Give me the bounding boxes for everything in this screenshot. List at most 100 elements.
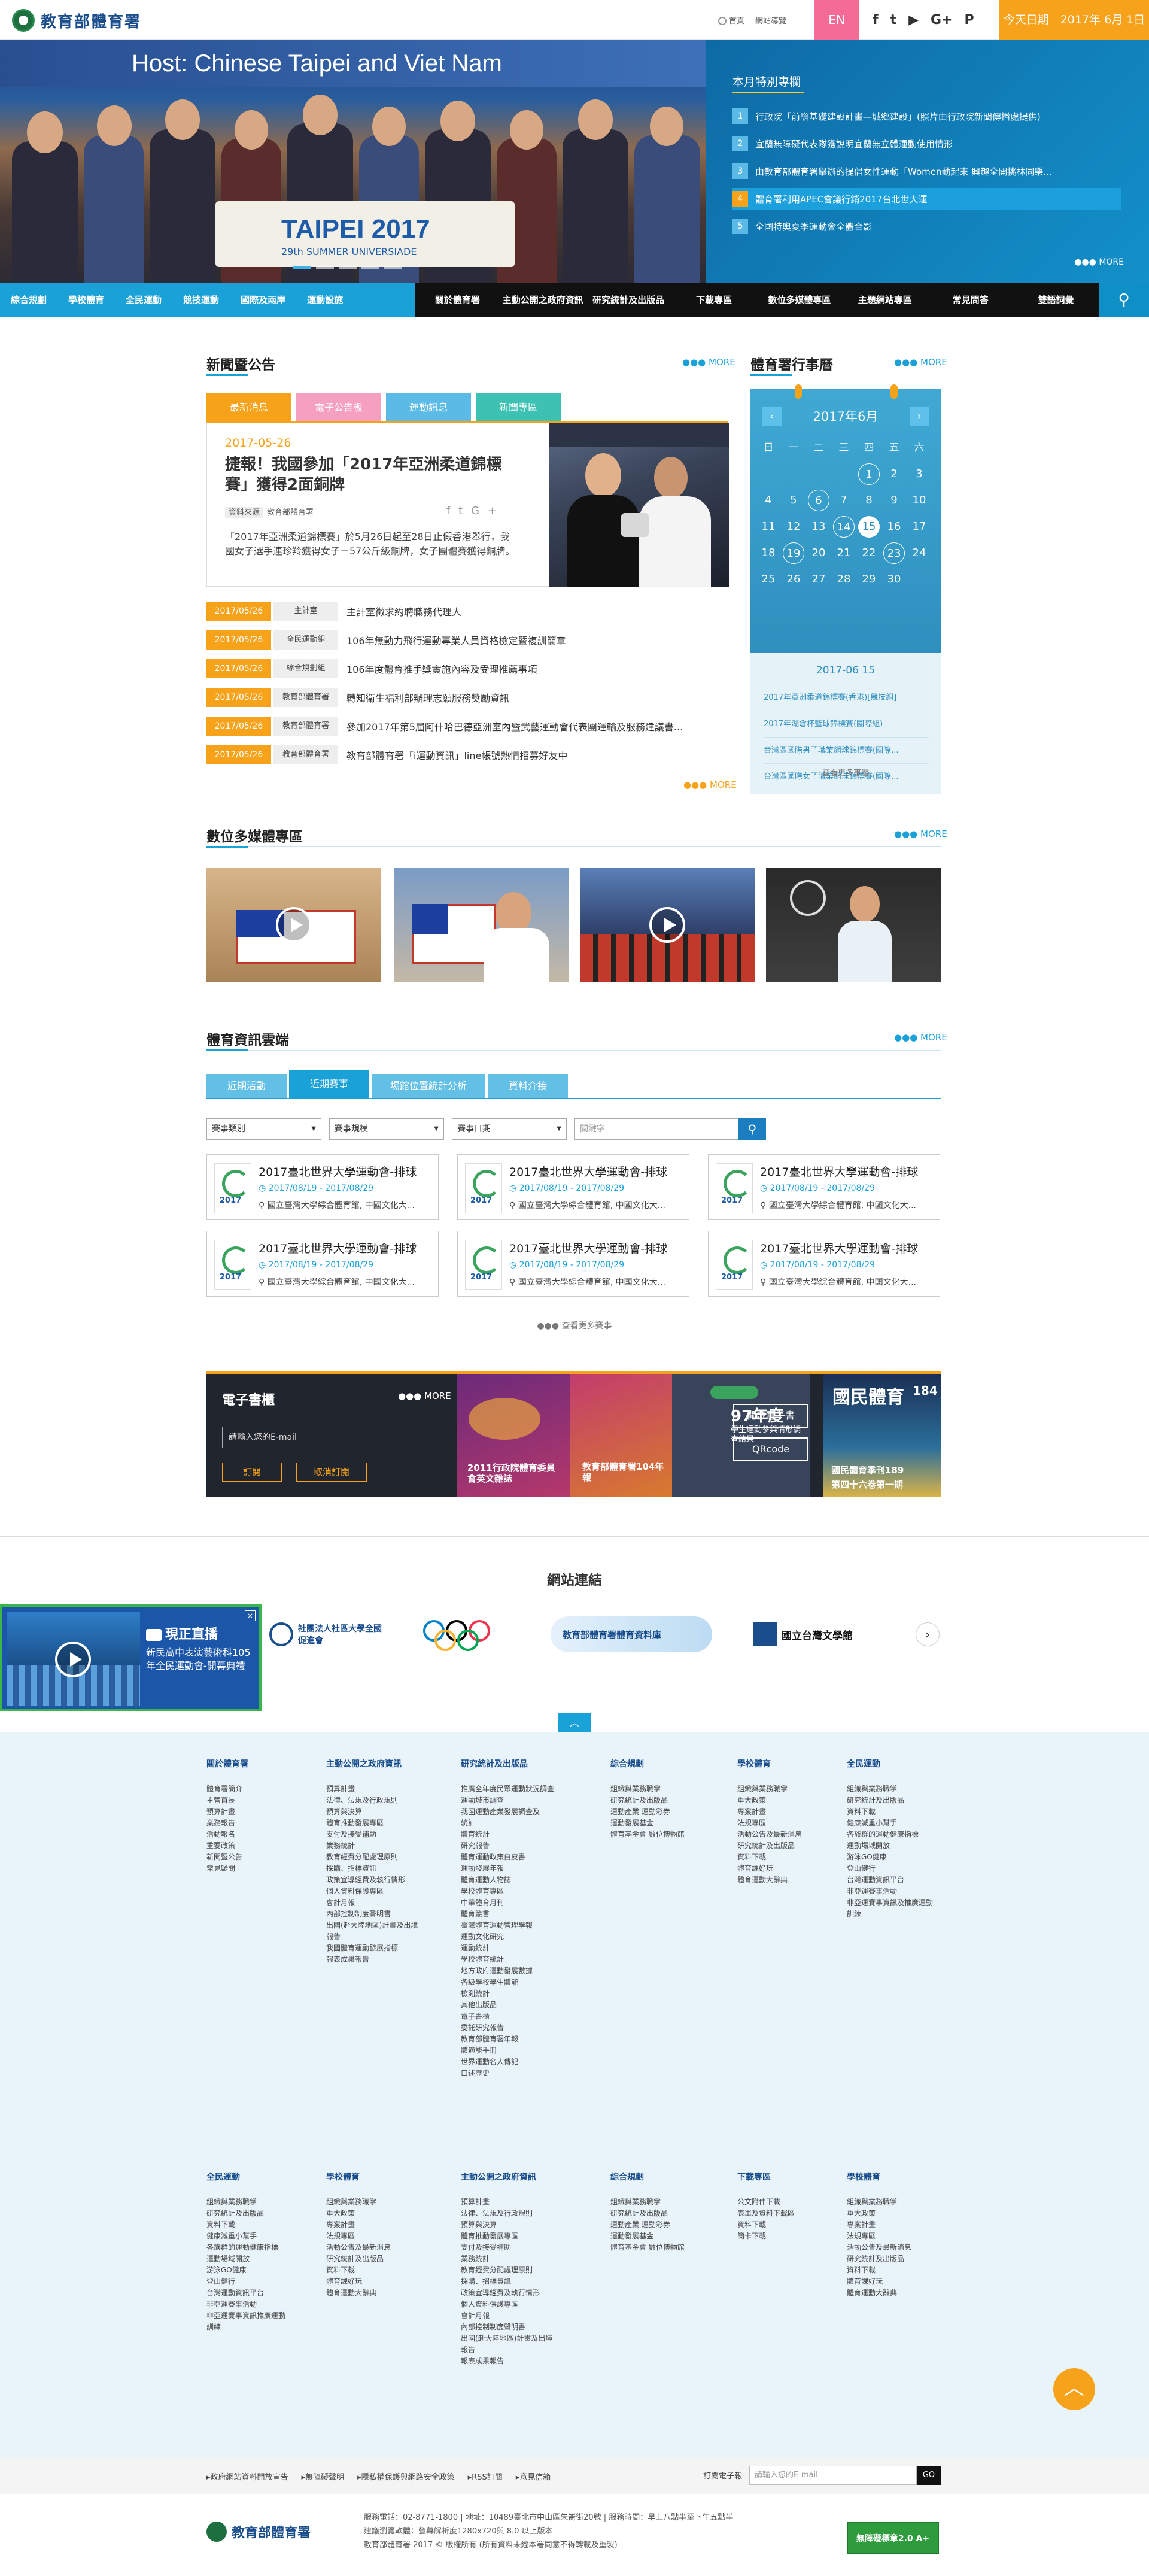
sitemap-column-title[interactable]: 綜合規劃 (610, 1759, 712, 1770)
calendar-day[interactable]: 13 (808, 516, 829, 538)
calendar-day[interactable]: 25 (758, 569, 779, 590)
news-title[interactable]: 106年度體育推手獎實施內容及受理推薦事項 (346, 662, 537, 676)
sitemap-link[interactable]: 研究統計及出版品 (610, 1795, 712, 1806)
sitemap-link[interactable]: 研究統計及出版品 (610, 2208, 712, 2219)
news-list-item[interactable]: 2017/05/26 主計室 主計室徵求約聘職務代理人 (206, 597, 728, 626)
sitemap-link[interactable]: 專案計畫 (737, 1806, 839, 1818)
nav-item-secondary[interactable]: 研究統計及出版品 (586, 283, 671, 317)
news-tab[interactable]: 最新消息 (206, 393, 291, 421)
english-button[interactable]: EN (814, 0, 859, 40)
sitemap-link[interactable]: 常見疑問 (206, 1863, 308, 1874)
calendar-event[interactable]: 2017年亞洲柔道錦標賽(香港)[競技組] (764, 685, 929, 711)
news-list-item[interactable]: 2017/05/26 教育部體育署 轉知衛生福利部辦理志願服務獎勵資訊 (206, 683, 728, 712)
sitemap-link[interactable]: 體育運動人物誌 (461, 1874, 580, 1886)
news-tab[interactable]: 運動訊息 (386, 393, 471, 421)
ebook-more-link[interactable]: ●●● MORE (398, 1391, 451, 1401)
calendar-day[interactable]: 20 (808, 542, 829, 564)
media-thumb-3[interactable] (580, 868, 755, 982)
sitemap-link[interactable]: 運動發展基金 (610, 1818, 712, 1829)
go-top-button[interactable]: ︿ (1053, 2368, 1095, 2410)
sitemap-link[interactable]: 中華體育月刊 (461, 1897, 580, 1909)
footer-link[interactable]: ▸政府網站資料開放宣告 (206, 2471, 288, 2482)
sitemap-link[interactable]: 運動產業 運動彩券 (610, 1806, 712, 1818)
sitemap-link[interactable]: 運動場域開放 (847, 1840, 949, 1852)
ebook-cover-4[interactable]: 國民體育 184 國民體育季刊189 第四十六卷第一期 (823, 1374, 941, 1497)
sitemap-link[interactable]: 運動產業 運動彩券 (610, 2219, 712, 2231)
sitemap-link[interactable]: 各族群的運動健康指標 (206, 2242, 308, 2253)
sitemap-link[interactable]: 業務統計 (461, 2253, 580, 2265)
sitemap-link[interactable]: 研究統計及出版品 (737, 1840, 839, 1852)
calendar-day[interactable]: 8 (858, 490, 880, 511)
google-share-icon[interactable]: G+ (471, 505, 505, 517)
special-item[interactable]: 4 體育署利用APEC會議行銷2017台北世大運 (732, 188, 1121, 210)
media-thumb-4[interactable] (766, 868, 941, 982)
tab-data-api[interactable]: 資料介接 (488, 1074, 568, 1098)
sitemap-link[interactable]: 內部控制制度聲明書 (461, 2322, 580, 2333)
olympic-rings-link[interactable] (419, 1616, 497, 1652)
sitemap-link[interactable]: 出國(赴大陸地區)計畫及出境 (461, 2333, 580, 2344)
news-feature-card[interactable]: 2017-05-26 捷報！我國參加「2017年亞洲柔道錦標賽」獲得2面銅牌 資… (206, 421, 729, 587)
sitemap-link[interactable]: 游泳GO健康 (206, 2265, 308, 2276)
nav-item-secondary[interactable]: 主動公開之政府資訊 (500, 283, 586, 317)
sitemap-column-title[interactable]: 主動公開之政府資訊 (461, 2172, 580, 2183)
qrcode-button[interactable]: QRcode (733, 1437, 808, 1461)
play-icon[interactable] (649, 907, 685, 943)
sitemap-link[interactable]: 重大政策 (737, 1795, 839, 1806)
sitemap-link[interactable]: 採購、招標資訊 (326, 1863, 428, 1874)
sitemap-link[interactable]: 報告 (326, 1931, 428, 1943)
sitemap-link[interactable]: 活動公告及最新消息 (326, 2242, 428, 2253)
sitemap-link[interactable]: 專案計畫 (326, 2219, 428, 2231)
sitemap-link[interactable]: 體育基金會 數位博物館 (610, 2242, 712, 2253)
sitemap-link[interactable]: 資料下載 (847, 1806, 949, 1818)
sitemap-column-title[interactable]: 全民運動 (206, 2172, 308, 2183)
ebook-cover-2[interactable]: 教育部體育署104年報 (570, 1374, 672, 1497)
sitemap-link[interactable]: 資料下載 (206, 2219, 308, 2231)
sitemap-link[interactable]: 體育推動發展專區 (461, 2231, 580, 2242)
nav-item-secondary[interactable]: 下載專區 (671, 283, 757, 317)
sitemap-link[interactable]: 報告 (461, 2344, 580, 2356)
news-title[interactable]: 參加2017年第5屆阿什哈巴德亞洲室內暨武藝運動會代表團運輸及服務建議書... (346, 719, 683, 733)
sitemap-link[interactable]: 報表成果報告 (326, 1954, 428, 1965)
special-item[interactable]: 3 由教育部體育署舉辦的提倡女性運動「Women動起來 興趣全開挑林同樂... (732, 160, 1121, 182)
event-card[interactable]: 2017臺北世界大學運動會-排球 ◷ 2017/08/19 - 2017/08/2… (708, 1231, 940, 1297)
event-date-select[interactable]: 賽事日期 (452, 1118, 567, 1140)
play-icon[interactable] (276, 907, 312, 943)
calendar-day[interactable]: 28 (833, 569, 855, 590)
sitemap-link[interactable]: 統計 (461, 1818, 580, 1829)
sitemap-link[interactable]: 資料下載 (737, 2219, 839, 2231)
sitemap-column-title[interactable]: 綜合規劃 (610, 2172, 712, 2183)
sitemap-link[interactable]: 採購、招標資訊 (461, 2276, 580, 2287)
news-list-item[interactable]: 2017/05/26 綜合規劃組 106年度體育推手獎實施內容及受理推薦事項 (206, 654, 728, 683)
sitemap-link[interactable]: 體育統計 (461, 1829, 580, 1840)
event-card[interactable]: 2017臺北世界大學運動會-排球 ◷ 2017/08/19 - 2017/08/2… (206, 1231, 439, 1297)
sitemap-link[interactable]: 組織與業務職掌 (847, 2196, 949, 2208)
links-next-button[interactable]: › (916, 1622, 940, 1646)
calendar-day[interactable]: 1 (858, 463, 880, 485)
sitemap-column-title[interactable]: 學校體育 (737, 1759, 839, 1770)
footer-link[interactable]: ▸隱私權保護與網路安全政策 (357, 2471, 455, 2482)
sitemap-column-title[interactable]: 主動公開之政府資訊 (326, 1759, 428, 1770)
sitemap-link[interactable]: 運動統計 (461, 1943, 580, 1954)
sitemap-link[interactable]: 出國(赴大陸地區)計畫及出境 (326, 1920, 428, 1931)
newsletter-input[interactable]: 請輸入您的E-mail (749, 2466, 917, 2485)
sitemap-link[interactable]: 主管首長 (206, 1795, 308, 1806)
sitemap-link[interactable]: 政策宣導經費及執行情形 (326, 1874, 428, 1886)
sitemap-link[interactable]: 體育署簡介 (206, 1783, 308, 1795)
sitemap-link[interactable]: 內部控制制度聲明書 (326, 1909, 428, 1920)
facebook-icon[interactable]: f (873, 13, 879, 28)
partner-link-2[interactable]: 教育部體育署體育資料庫 (551, 1616, 712, 1652)
nav-item-primary[interactable]: 全民運動 (115, 283, 172, 317)
calendar-day[interactable]: 10 (908, 490, 930, 511)
sitemap-link[interactable]: 體育運動政策白皮書 (461, 1852, 580, 1863)
sitemap-column-title[interactable]: 全民運動 (847, 1759, 949, 1770)
calendar-day[interactable]: 5 (783, 490, 804, 511)
google-plus-icon[interactable]: G+ (931, 13, 953, 28)
calendar-day[interactable]: 16 (883, 516, 905, 538)
partner-link-1[interactable]: 社團法人社區大學全國促進會 (269, 1616, 388, 1652)
sitemap-link[interactable]: 非亞運賽事活動 (206, 2299, 308, 2310)
sitemap-link[interactable]: 業務統計 (326, 1840, 428, 1852)
sitemap-link[interactable]: 電子書櫃 (461, 2011, 580, 2022)
sitemap-link[interactable]: 公文附件下載 (737, 2196, 839, 2208)
calendar-day[interactable]: 24 (908, 542, 930, 564)
nav-item-primary[interactable]: 國際及兩岸 (230, 283, 296, 317)
